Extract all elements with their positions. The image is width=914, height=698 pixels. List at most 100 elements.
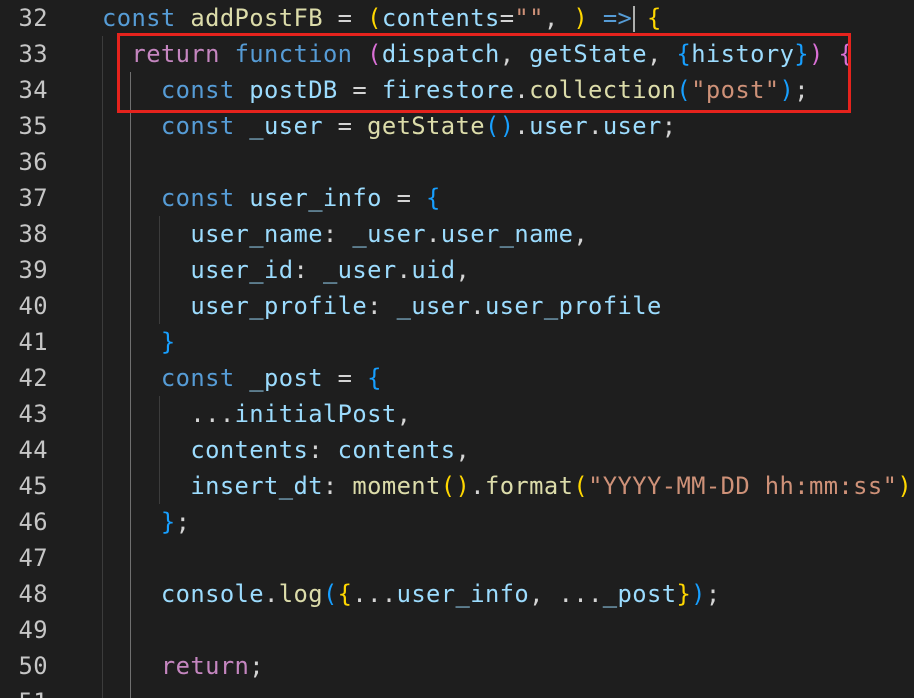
code-text: const user_info = { <box>102 180 441 216</box>
code-line[interactable]: 49 <box>0 612 914 648</box>
code-token: ) <box>455 472 471 500</box>
code-token: . <box>470 292 485 320</box>
code-line[interactable]: 37 const user_info = { <box>0 180 914 216</box>
line-number: 37 <box>18 184 48 212</box>
code-token: , <box>543 4 574 32</box>
code-line[interactable]: 48 console.log({...user_info, ..._post})… <box>0 576 914 612</box>
code-token: => <box>602 4 633 32</box>
code-text: console.log({...user_info, ..._post}); <box>102 576 721 612</box>
code-text: }; <box>102 504 190 540</box>
line-number: 35 <box>18 112 48 140</box>
code-line[interactable]: 40 user_profile: _user.user_profile <box>0 288 914 324</box>
code-token: user_profile <box>484 292 662 320</box>
code-text: ...initialPost, <box>102 396 411 432</box>
code-token: ; <box>661 112 677 140</box>
line-number: 51 <box>0 684 48 698</box>
code-token: . <box>588 112 603 140</box>
code-token: = <box>322 112 368 140</box>
code-token: : <box>293 256 323 284</box>
code-token: getState <box>367 112 485 140</box>
code-token: initialPost <box>234 400 397 428</box>
code-text: user_profile: _user.user_profile <box>102 288 662 324</box>
code-line[interactable]: 46 }; <box>0 504 914 540</box>
code-token: , <box>573 220 589 248</box>
line-number: 45 <box>18 472 48 500</box>
code-token: _user <box>322 256 397 284</box>
indent-guide-post <box>159 396 160 504</box>
code-line[interactable]: 38 user_name: _user.user_name, <box>0 216 914 252</box>
code-token: const <box>160 364 235 392</box>
code-line[interactable]: 39 user_id: _user.uid, <box>0 252 914 288</box>
line-number: 36 <box>18 148 48 176</box>
code-line[interactable]: 32 const addPostFB = (contents="", ) => { <box>0 0 914 36</box>
code-token: ( <box>573 472 589 500</box>
code-token: { <box>426 184 441 212</box>
code-line[interactable]: 44 contents: contents, <box>0 432 914 468</box>
code-token: , <box>529 580 559 608</box>
code-line[interactable]: 36 <box>0 144 914 180</box>
code-token: addPostFB <box>190 4 323 32</box>
indent-guide-level-1 <box>102 36 103 698</box>
code-editor[interactable]: 32 const addPostFB = (contents="", ) => {… <box>0 0 914 698</box>
code-token: . <box>264 580 279 608</box>
code-token: : <box>367 292 397 320</box>
code-text: return; <box>102 648 264 684</box>
code-token: : <box>322 472 353 500</box>
line-number: 40 <box>18 292 48 320</box>
code-token: : <box>322 220 353 248</box>
code-token: . <box>470 472 485 500</box>
line-number: 47 <box>18 544 48 572</box>
code-line[interactable]: 50 return; <box>0 648 914 684</box>
code-text: user_id: _user.uid, <box>102 252 470 288</box>
code-line[interactable]: 42 const _post = { <box>0 360 914 396</box>
line-number: 48 <box>18 580 48 608</box>
code-token: _user <box>352 220 427 248</box>
code-token: = <box>499 4 515 32</box>
line-number: 42 <box>18 364 48 392</box>
code-line[interactable]: 51 <box>0 684 914 698</box>
code-token: ; <box>249 652 265 680</box>
code-token: "YYYY-MM-DD hh:mm:ss" <box>588 472 898 500</box>
code-token: log <box>278 580 323 608</box>
code-token: _post <box>602 580 677 608</box>
code-token: const <box>102 4 176 32</box>
code-token: user <box>529 112 589 140</box>
code-token: _post <box>249 364 323 392</box>
code-text: insert_dt: moment().format("YYYY-MM-DD h… <box>102 468 914 504</box>
indent-guide-user-info <box>159 216 160 324</box>
code-token: user_name <box>440 220 574 248</box>
code-line[interactable]: 45 insert_dt: moment().format("YYYY-MM-D… <box>0 468 914 504</box>
code-token: format <box>484 472 574 500</box>
code-token: } <box>160 328 176 356</box>
code-line[interactable]: 47 <box>0 540 914 576</box>
code-token: const <box>160 184 235 212</box>
code-line[interactable]: 41 } <box>0 324 914 360</box>
code-token: uid <box>411 256 456 284</box>
highlight-annotation-box <box>117 33 851 113</box>
code-token: console <box>160 580 265 608</box>
code-token: , <box>455 256 471 284</box>
code-line[interactable]: 43 ...initialPost, <box>0 396 914 432</box>
code-token: : <box>308 436 338 464</box>
code-token: { <box>647 4 662 32</box>
code-token: ) <box>691 580 706 608</box>
code-token: ( <box>440 472 456 500</box>
code-line[interactable]: 35 const _user = getState().user.user; <box>0 108 914 144</box>
code-token: user_name <box>190 220 323 248</box>
code-token: return <box>160 652 250 680</box>
code-token: } <box>160 508 176 536</box>
code-text: const _user = getState().user.user; <box>102 108 676 144</box>
line-number: 32 <box>18 4 48 32</box>
code-token: moment <box>352 472 441 500</box>
